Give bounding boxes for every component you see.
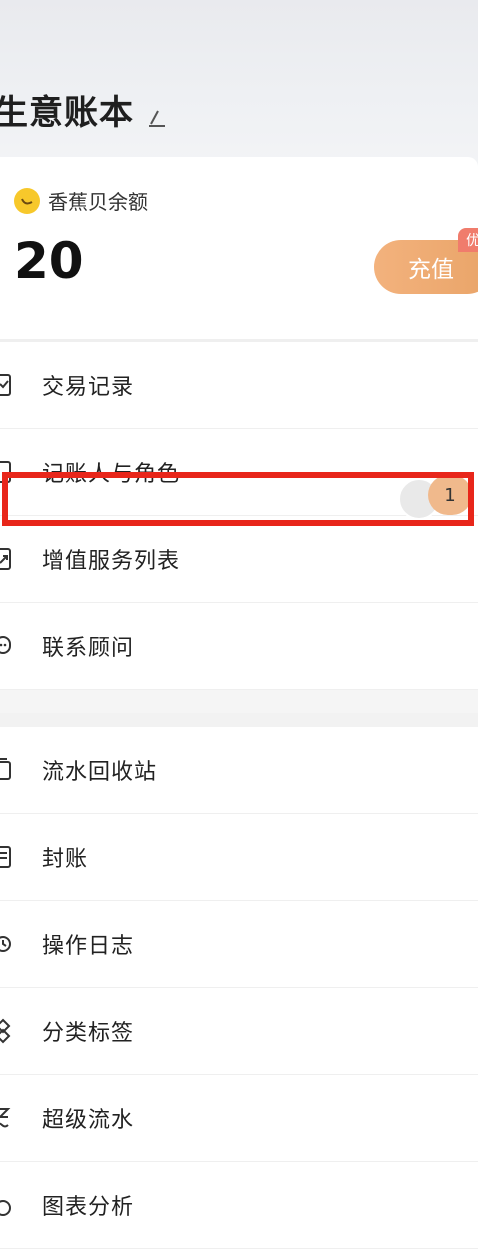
menu-label: 封账 xyxy=(42,847,89,872)
chart-icon xyxy=(0,1190,16,1220)
menu-item-operation-log[interactable]: 操作日志 xyxy=(0,901,478,988)
menu-item-contact-advisor[interactable]: 联系顾问 xyxy=(0,603,478,690)
balance-label-text: 香蕉贝余额 xyxy=(48,190,148,214)
section-gap xyxy=(0,713,478,727)
menu-label: 操作日志 xyxy=(42,934,135,959)
menu-label: 超级流水 xyxy=(42,1108,135,1133)
menu-item-recycle-bin[interactable]: 流水回收站 xyxy=(0,727,478,814)
promo-badge: 优 xyxy=(458,228,478,252)
recharge-button-label: 充值 xyxy=(408,257,454,283)
menu-label: 图表分析 xyxy=(42,1195,135,1220)
menu-label: 增值服务列表 xyxy=(42,549,181,574)
menu-label: 交易记录 xyxy=(42,375,135,400)
menu-label: 分类标签 xyxy=(42,1021,135,1046)
ledger-lock-icon xyxy=(0,842,16,872)
wave-icon xyxy=(0,1103,16,1133)
edit-pen-icon[interactable] xyxy=(146,98,168,127)
menu-item-super-flow[interactable]: 超级流水 xyxy=(0,1075,478,1162)
menu-item-category-tags[interactable]: 分类标签 xyxy=(0,988,478,1075)
balance-value: 20 xyxy=(14,232,84,290)
log-icon xyxy=(0,929,16,959)
menu-item-value-added-services[interactable]: 增值服务列表 xyxy=(0,516,478,603)
recycle-bin-icon xyxy=(0,755,16,785)
chat-bubble-icon xyxy=(0,631,16,661)
page-title: 生意账本 xyxy=(0,84,168,134)
clipboard-icon xyxy=(0,370,16,400)
menu-item-transactions[interactable]: 交易记录 xyxy=(0,342,478,429)
menu-label: 记账人与角色 xyxy=(42,462,181,487)
tags-icon xyxy=(0,1016,16,1046)
page-title-text: 生意账本 xyxy=(0,92,134,133)
external-link-icon xyxy=(0,544,16,574)
banana-icon xyxy=(14,187,40,214)
menu-label: 联系顾问 xyxy=(42,636,135,661)
count-badge: 1 xyxy=(428,475,472,515)
menu-label: 流水回收站 xyxy=(42,760,158,785)
balance-label: 香蕉贝余额 xyxy=(14,186,148,215)
menu-item-close-books[interactable]: 封账 xyxy=(0,814,478,901)
person-icon xyxy=(0,457,16,487)
